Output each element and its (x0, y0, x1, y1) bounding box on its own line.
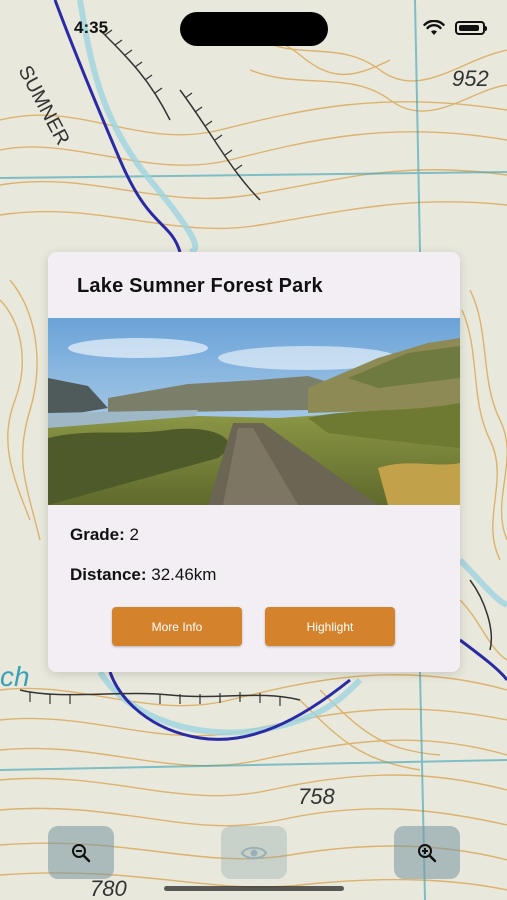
battery-icon (455, 21, 487, 35)
toggle-visibility-button[interactable] (221, 826, 287, 879)
distance-value: 32.46km (151, 565, 217, 584)
grade-label: Grade: (70, 525, 125, 544)
map-label-ch: ch (0, 661, 30, 692)
distance-label: Distance: (70, 565, 147, 584)
map-label-952: 952 (452, 66, 489, 91)
map-label-758: 758 (298, 784, 335, 809)
map-label-780: 780 (90, 876, 127, 900)
status-icons (423, 20, 487, 36)
trail-info-card: Lake Sumner Forest Park Grade: 2 Distanc… (48, 252, 460, 672)
more-info-button[interactable]: More Info (112, 607, 242, 646)
card-title: Lake Sumner Forest Park (77, 275, 323, 297)
eye-icon (241, 846, 267, 859)
zoom-out-button[interactable] (48, 826, 114, 879)
status-time: 4:35 (74, 18, 109, 37)
dynamic-island (180, 12, 328, 46)
highlight-button[interactable]: Highlight (265, 607, 395, 646)
status-bar: 4:35 (0, 0, 507, 56)
zoom-in-icon (418, 843, 437, 862)
wifi-icon (423, 20, 445, 35)
home-indicator[interactable] (164, 886, 344, 891)
grade-value: 2 (129, 525, 139, 544)
distance-stat: Distance: 32.46km (70, 565, 216, 585)
zoom-out-icon (72, 843, 91, 862)
zoom-in-button[interactable] (394, 826, 460, 879)
grade-stat: Grade: 2 (70, 525, 139, 545)
trail-photo (48, 318, 460, 505)
